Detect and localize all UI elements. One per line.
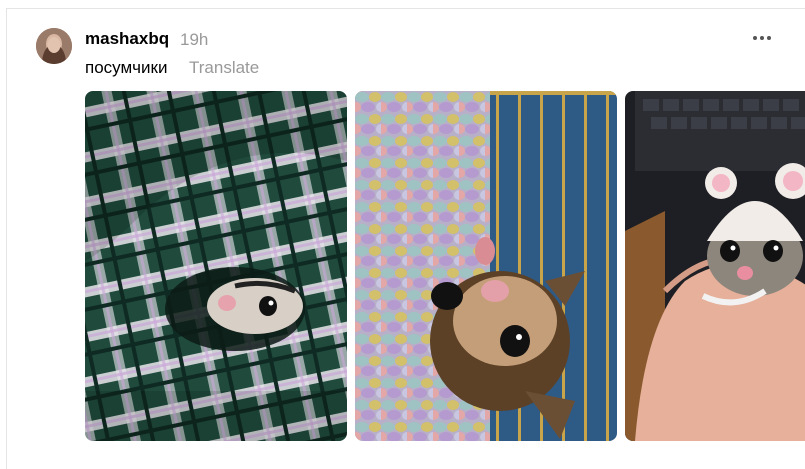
post-timestamp[interactable]: 19h (180, 30, 208, 50)
more-dot (753, 36, 757, 40)
more-dot (767, 36, 771, 40)
post-image-2[interactable] (355, 91, 617, 441)
avatar[interactable] (36, 28, 72, 64)
more-dot (760, 36, 764, 40)
post-image-1[interactable] (85, 91, 347, 441)
translate-link[interactable]: Translate (189, 58, 259, 78)
post-image-3[interactable] (625, 91, 805, 441)
more-horizontal-icon[interactable] (748, 26, 776, 50)
username-link[interactable]: mashaxbq (85, 29, 169, 49)
post-caption: посумчики (85, 58, 168, 77)
